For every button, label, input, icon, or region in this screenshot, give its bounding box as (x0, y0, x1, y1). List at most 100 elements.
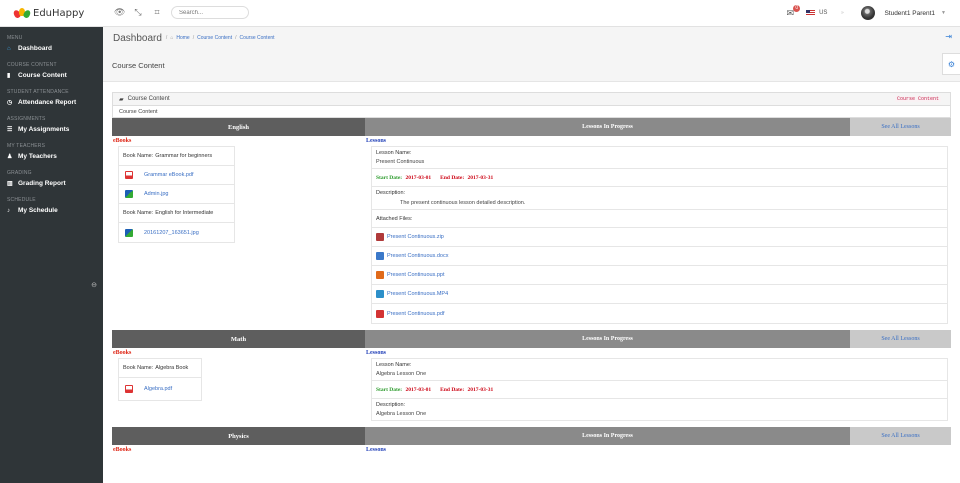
lesson-table: Lesson Name: Algebra Lesson One Start Da… (371, 358, 948, 421)
sidebar-item-my-teachers[interactable]: ♟ My Teachers (0, 153, 103, 160)
lesson-name: Present Continuous (376, 159, 425, 165)
compress-icon[interactable]: ⤡ (133, 7, 143, 18)
start-date-value: 2017-03-01 (405, 174, 432, 181)
file-link[interactable]: Present Continuous.zip (387, 234, 444, 240)
chevron-icon[interactable]: » (837, 10, 847, 16)
top-header: EduHappy 👁 ⤡ ⌗ ✉0 US » Student1 Parent1 … (0, 0, 960, 27)
sidebar-item-course-content[interactable]: ▮ Course Content (0, 72, 103, 79)
separator: / (235, 35, 237, 41)
subject-body-physics: eBooks Lessons (112, 445, 951, 459)
panel-subtitle: Course Content (112, 106, 951, 118)
pdf-file-icon (125, 385, 133, 393)
sidebar-item-dashboard[interactable]: ⌂ Dashboard (0, 45, 103, 52)
ppt-file-icon (376, 271, 384, 279)
sidebar-item-grading-report[interactable]: ▥ Grading Report (0, 180, 103, 187)
sign-out-icon[interactable]: ⇥ (945, 32, 952, 41)
file-link[interactable]: Grammar eBook.pdf (144, 172, 194, 178)
lesson-description-row: Description: Algebra Lesson One (372, 399, 947, 420)
course-content-panel: ▰ Course Content Course Content Course C… (112, 92, 951, 459)
book-file-row: Grammar eBook.pdf (119, 166, 234, 185)
see-all-lessons-link[interactable]: See All Lessons (850, 427, 951, 445)
attached-file-row: Present Continuous.ppt (372, 266, 947, 285)
users-icon: ♟ (7, 154, 13, 160)
lessons-in-progress-heading: Lessons In Progress (365, 330, 850, 348)
page-heading: Course Content (112, 60, 165, 70)
ebooks-heading: eBooks (113, 350, 132, 356)
lessons-heading: Lessons (366, 138, 387, 144)
list-icon: ☰ (7, 127, 13, 133)
file-link[interactable]: Algebra.pdf (144, 386, 172, 392)
main-content: Dashboard / ⌂ Home / Course Content / Co… (103, 27, 960, 483)
clock-icon: ◷ (7, 100, 13, 106)
separator: / (165, 35, 168, 41)
image-file-icon (125, 190, 133, 198)
ebooks-heading: eBooks (113, 447, 132, 453)
ebooks-table: Book Name: Grammar for beginners Grammar … (118, 146, 235, 243)
subject-name: English (112, 118, 365, 136)
file-link[interactable]: Present Continuous.MP4 (387, 291, 448, 297)
page-header: Course Content (103, 49, 960, 82)
expand-icon[interactable]: ⌗ (152, 7, 162, 18)
home-icon[interactable]: ⌂ (170, 35, 173, 41)
breadcrumb-parent-link[interactable]: Course Content (197, 35, 232, 41)
collapse-sidebar-icon[interactable]: ⊖ (91, 281, 97, 289)
file-link[interactable]: Admin.jpg (144, 191, 168, 197)
file-link[interactable]: Present Continuous.docx (387, 253, 448, 259)
file-link[interactable]: 20161207_163651.jpg (144, 230, 199, 236)
book-file-row: Admin.jpg (119, 185, 234, 204)
subject-body-math: eBooks Book Name: Algebra Book Algebra.pd… (112, 348, 951, 427)
us-flag-icon[interactable] (806, 10, 816, 16)
video-file-icon (376, 290, 384, 298)
pdf-file-icon (125, 171, 133, 179)
separator: / (192, 35, 195, 41)
book-icon: ▮ (7, 73, 11, 79)
book-file-row: Algebra.pdf (119, 378, 201, 400)
attached-files-label-row: Attached Files: (372, 210, 947, 228)
ebooks-table: Book Name: Algebra Book Algebra.pdf (118, 358, 202, 401)
language-selector[interactable]: US (819, 10, 827, 16)
breadcrumb-home-link[interactable]: Home (176, 35, 189, 41)
home-icon: ⌂ (7, 45, 11, 52)
book-file-row: 20161207_163651.jpg (119, 223, 234, 242)
start-date-label: Start Date: (376, 174, 403, 181)
start-date-label: Start Date: (376, 386, 403, 393)
sidebar-item-my-assignments[interactable]: ☰ My Assignments (0, 126, 103, 133)
app-logo[interactable]: EduHappy (0, 0, 103, 27)
subject-name: Math (112, 330, 365, 348)
page-title: Dashboard (113, 32, 162, 44)
file-link[interactable]: Present Continuous.pdf (387, 311, 444, 317)
search-input[interactable] (171, 6, 249, 19)
zip-file-icon (376, 233, 384, 241)
lesson-description: The present continuous lesson detailed d… (400, 200, 526, 206)
sidebar-heading: STUDENT ATTENDANCE (7, 89, 69, 95)
chevron-down-icon[interactable]: ▼ (941, 10, 946, 16)
book-icon: ▰ (119, 96, 124, 103)
lesson-name-row: Lesson Name: Present Continuous (372, 147, 947, 169)
sidebar-heading: GRADING (7, 170, 32, 176)
see-all-lessons-link[interactable]: See All Lessons (850, 118, 951, 136)
lessons-in-progress-heading: Lessons In Progress (365, 118, 850, 136)
mail-icon[interactable]: ✉ 0 (787, 4, 801, 19)
gear-icon[interactable]: ⚙ (942, 53, 960, 75)
book-name-row: Book Name: Grammar for beginners (119, 147, 234, 166)
avatar[interactable] (861, 6, 876, 20)
lesson-dates-row: Start Date: 2017-03-01 End Date: 2017-03… (372, 169, 947, 187)
file-link[interactable]: Present Continuous.ppt (387, 272, 444, 278)
panel-badge: Course Content (894, 96, 941, 102)
lesson-dates-row: Start Date: 2017-03-01 End Date: 2017-03… (372, 381, 947, 399)
eye-icon[interactable]: 👁 (114, 7, 125, 18)
lessons-heading: Lessons (366, 447, 387, 453)
subject-header-english: English Lessons In Progress See All Less… (112, 118, 951, 136)
chart-icon: ▥ (7, 181, 13, 187)
mail-count-badge: 0 (793, 4, 801, 12)
breadcrumb-current[interactable]: Course Content (240, 35, 275, 41)
sidebar-item-my-schedule[interactable]: ♪ My Schedule (0, 207, 103, 214)
user-menu[interactable]: Student1 Parent1 (884, 10, 935, 17)
lesson-name: Algebra Lesson One (376, 371, 427, 377)
subject-body-english: eBooks Book Name: Grammar for beginners G… (112, 136, 951, 330)
see-all-lessons-link[interactable]: See All Lessons (850, 330, 951, 348)
end-date-value: 2017-03-31 (467, 386, 494, 393)
lesson-description-row: Description: The present continuous less… (372, 187, 947, 210)
sidebar-item-attendance-report[interactable]: ◷ Attendance Report (0, 99, 103, 106)
attached-file-row: Present Continuous.MP4 (372, 285, 947, 304)
